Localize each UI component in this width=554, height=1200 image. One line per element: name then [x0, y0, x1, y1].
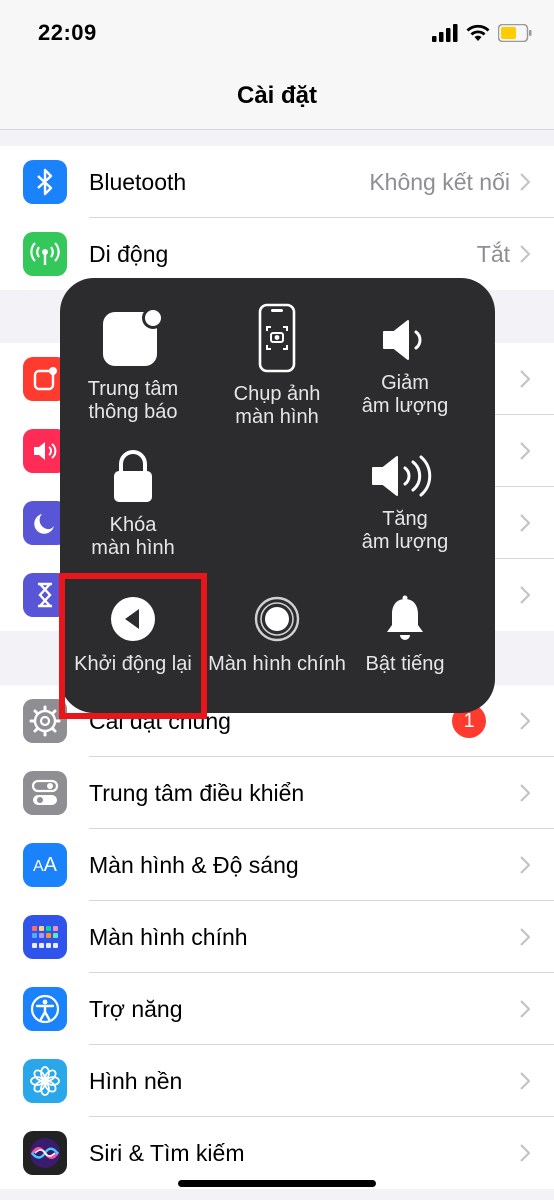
menu-item-label: Chụp ảnh màn hình [233, 383, 321, 428]
row-value: Không kết nối [369, 168, 510, 195]
row-label: Trung tâm điều khiển [89, 779, 305, 806]
menu-item-label: Giảm âm lượng [361, 372, 449, 417]
menu-item-label: Trung tâm thông báo [87, 378, 179, 423]
chevron-right-icon [520, 928, 530, 946]
home-button-icon [254, 596, 300, 642]
text-size-icon: AA [23, 843, 67, 887]
menu-item-notification-center[interactable]: Trung tâm thông báo [63, 308, 203, 424]
row-label: Trợ năng [89, 995, 183, 1022]
menu-item-label: Tăng âm lượng [361, 508, 449, 553]
siri-icon [23, 1131, 67, 1175]
wifi-icon [466, 24, 490, 41]
notification-center-icon [103, 308, 164, 366]
menu-item-label: Khóa màn hình [91, 514, 175, 559]
page-title: Cài đặt [236, 82, 317, 109]
settings-group-connectivity: Bluetooth Không kết nối Di động Tắt [0, 146, 554, 290]
settings-row-accessibility[interactable]: Trợ năng [0, 973, 554, 1045]
settings-row-home-screen[interactable]: Màn hình chính [0, 901, 554, 973]
menu-item-screenshot[interactable]: Chụp ảnh màn hình [207, 303, 347, 429]
chevron-right-icon [520, 370, 530, 388]
home-grid-icon [23, 915, 67, 959]
home-indicator [178, 1180, 376, 1187]
lock-icon [114, 450, 152, 502]
row-label: Hình nền [89, 1067, 183, 1094]
nav-bar: Cài đặt [0, 68, 554, 130]
settings-row-display[interactable]: AA Màn hình & Độ sáng [0, 829, 554, 901]
antenna-icon [23, 232, 67, 276]
bluetooth-icon [23, 160, 67, 204]
settings-row-control-center[interactable]: Trung tâm điều khiển [0, 757, 554, 829]
cellular-signal-icon [432, 24, 458, 42]
settings-row-bluetooth[interactable]: Bluetooth Không kết nối [0, 146, 554, 218]
menu-item-unmute[interactable]: Bật tiếng [335, 595, 475, 676]
screenshot-icon [258, 303, 296, 373]
row-value: Tắt [476, 240, 510, 267]
flower-icon [23, 1059, 67, 1103]
chevron-right-icon [520, 1000, 530, 1018]
chevron-right-icon [520, 514, 530, 532]
row-label: Di động [89, 240, 169, 267]
bell-icon [387, 595, 423, 640]
chevron-right-icon [520, 1072, 530, 1090]
chevron-right-icon [520, 173, 530, 191]
row-label: Siri & Tìm kiếm [89, 1139, 245, 1166]
volume-down-icon [383, 320, 422, 360]
status-time: 22:09 [38, 20, 97, 45]
menu-item-home[interactable]: Màn hình chính [207, 595, 347, 676]
status-bar: 22:09 [0, 0, 554, 68]
chevron-right-icon [520, 1144, 530, 1162]
toggles-icon [23, 771, 67, 815]
menu-item-volume-down[interactable]: Giảm âm lượng [335, 318, 475, 418]
menu-item-volume-up[interactable]: Tăng âm lượng [335, 454, 475, 554]
settings-row-siri[interactable]: Siri & Tìm kiếm [0, 1117, 554, 1189]
accessibility-icon [23, 987, 67, 1031]
menu-item-label: Màn hình chính [208, 653, 346, 675]
highlight-box [59, 573, 207, 719]
menu-item-lock-screen[interactable]: Khóa màn hình [63, 448, 203, 560]
chevron-right-icon [520, 784, 530, 802]
chevron-right-icon [520, 712, 530, 730]
menu-item-label: Bật tiếng [365, 653, 445, 675]
chevron-right-icon [520, 856, 530, 874]
battery-icon [498, 24, 532, 42]
volume-up-icon [372, 455, 432, 497]
row-label: Màn hình & Độ sáng [89, 851, 299, 878]
chevron-right-icon [520, 442, 530, 460]
chevron-right-icon [520, 586, 530, 604]
chevron-right-icon [520, 245, 530, 263]
status-icons [432, 24, 532, 42]
row-label: Bluetooth [89, 168, 187, 195]
row-label: Màn hình chính [89, 923, 248, 950]
settings-group-general: Cài đặt chung 1 Trung tâm điều khiển AA … [0, 685, 554, 1189]
settings-row-wallpaper[interactable]: Hình nền [0, 1045, 554, 1117]
